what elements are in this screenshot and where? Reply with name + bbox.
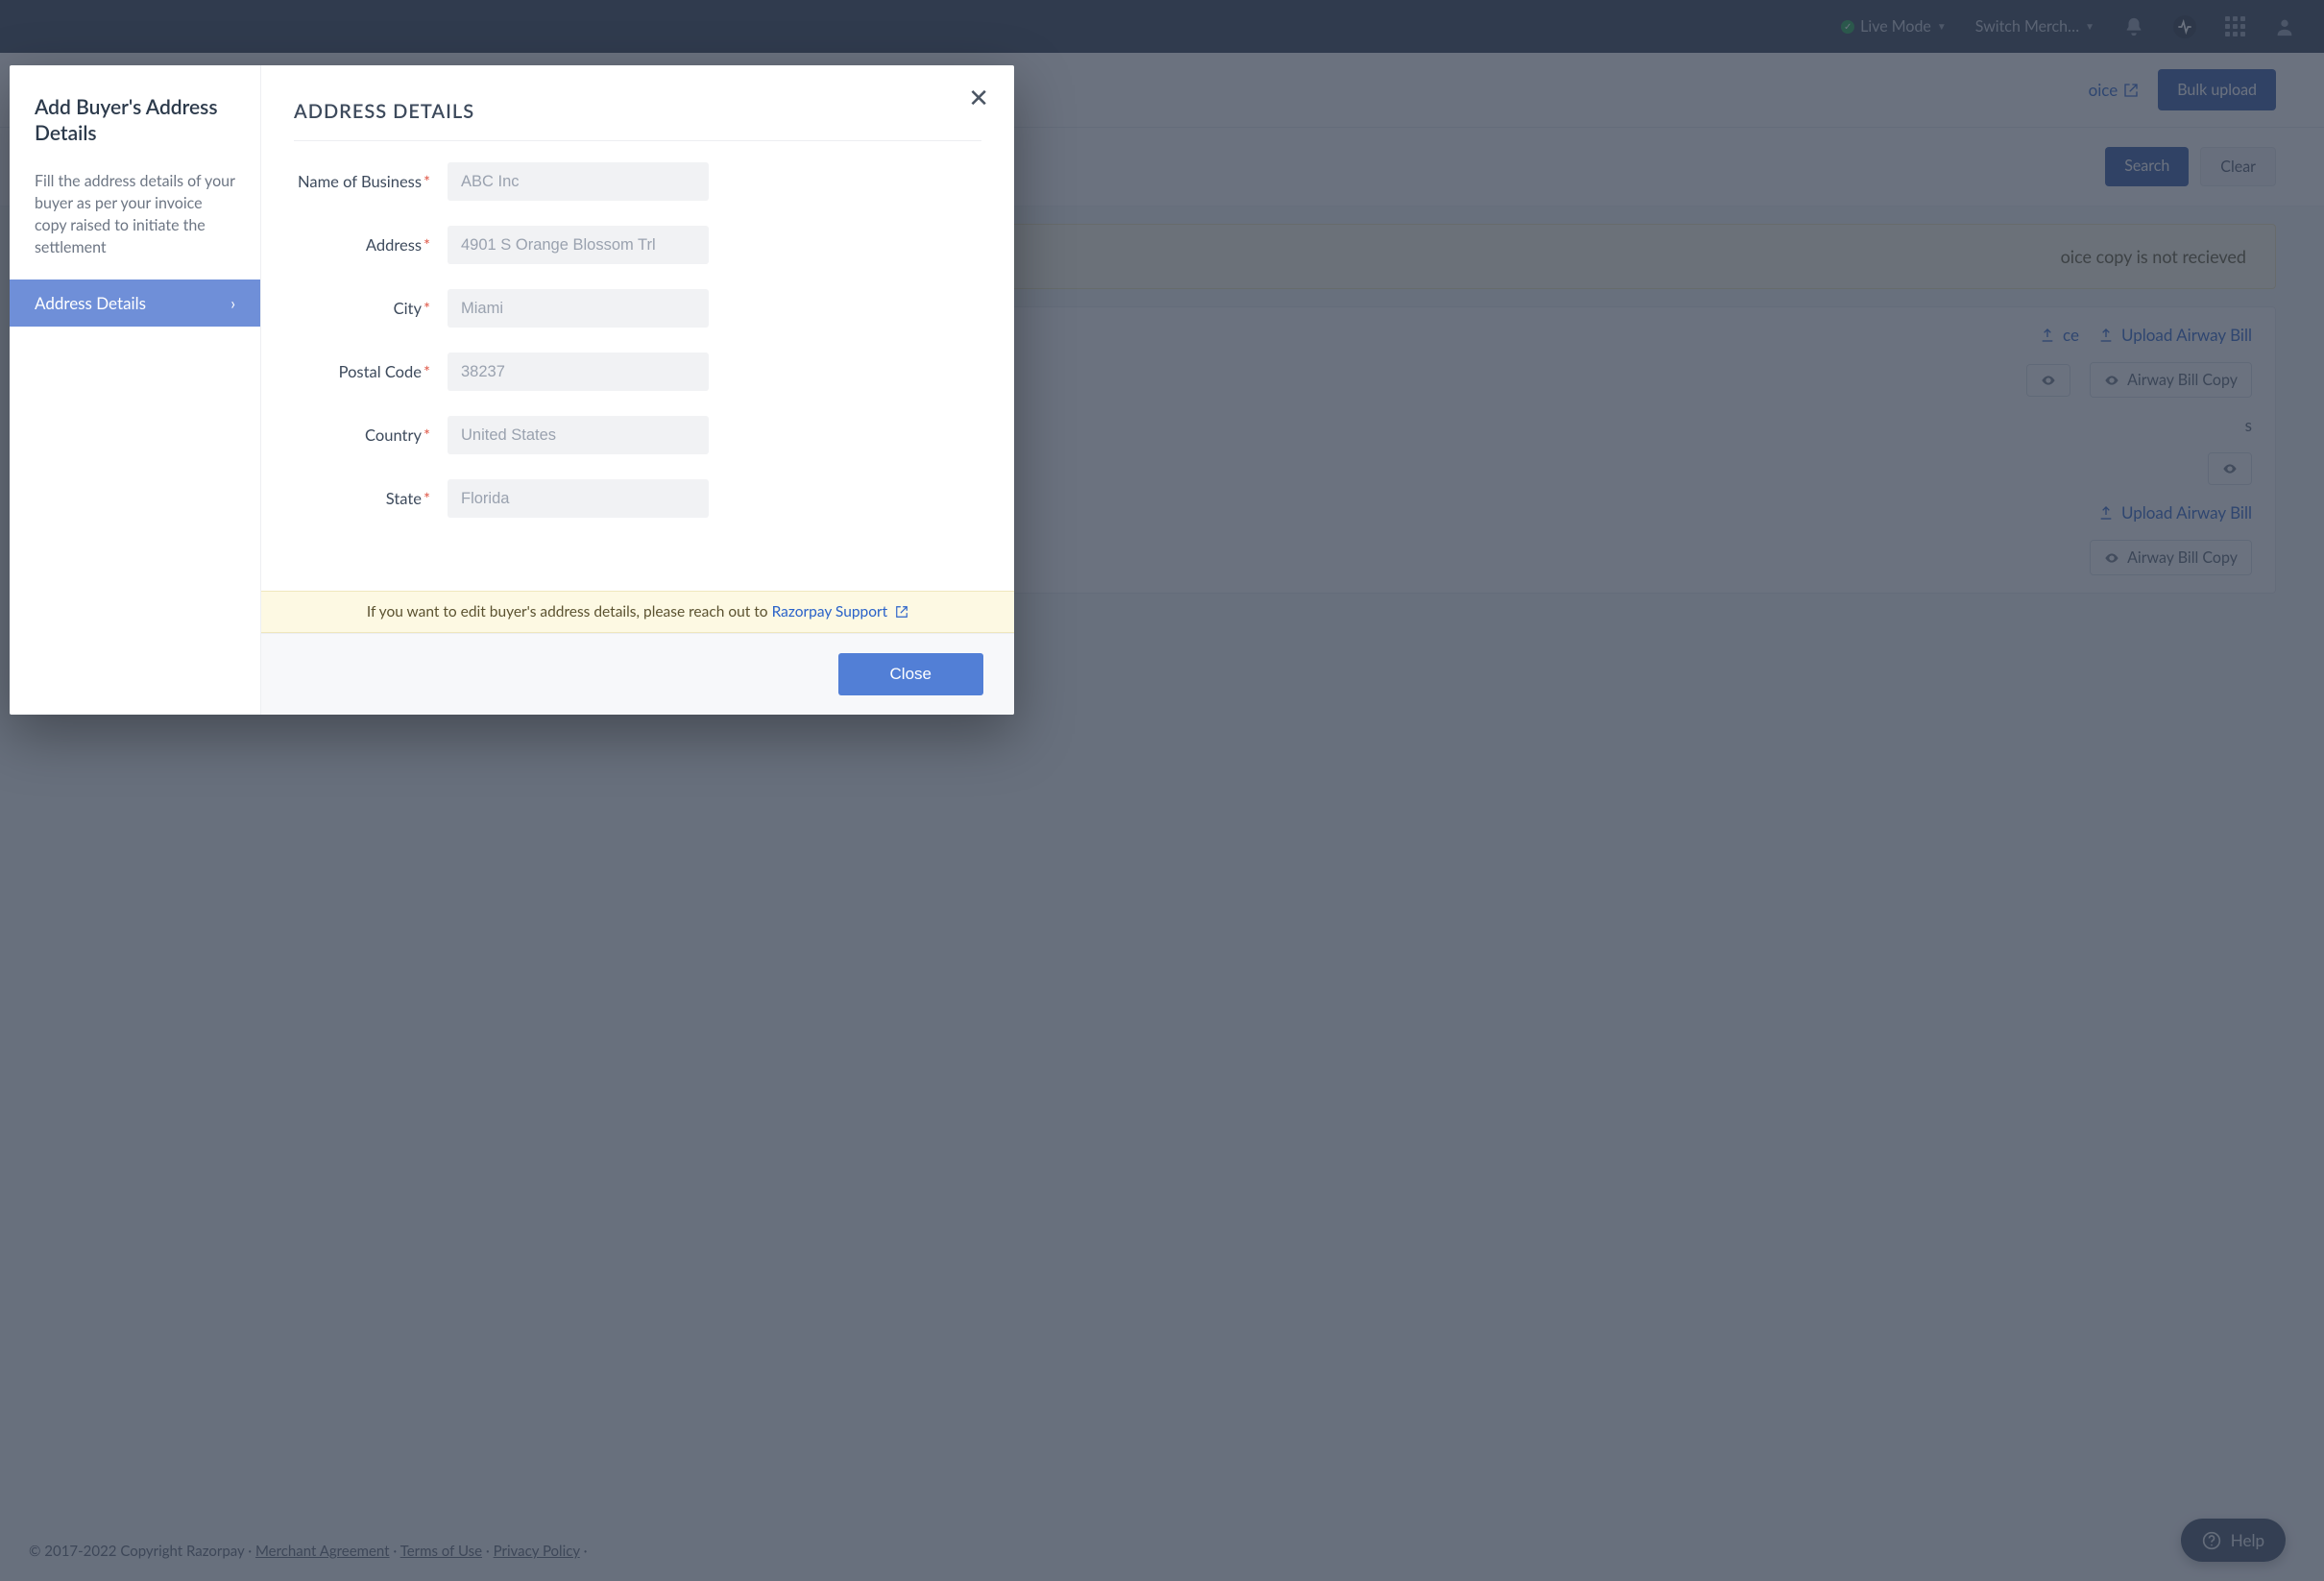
- modal-sidebar: Add Buyer's Address Details Fill the add…: [10, 65, 261, 715]
- chevron-right-icon: ›: [230, 293, 235, 313]
- state-input[interactable]: [448, 479, 709, 518]
- modal-footer: Close: [261, 633, 1014, 715]
- postal-code-input[interactable]: [448, 353, 709, 391]
- address-input[interactable]: [448, 226, 709, 264]
- close-button[interactable]: Close: [838, 653, 983, 695]
- modal-sidebar-title: Add Buyer's Address Details: [10, 65, 260, 157]
- external-link-icon: [895, 605, 908, 619]
- business-name-label: Name of Business*: [294, 172, 434, 191]
- step-label: Address Details: [35, 293, 146, 313]
- country-label: Country*: [294, 426, 434, 445]
- postal-code-label: Postal Code*: [294, 362, 434, 381]
- address-details-modal: Add Buyer's Address Details Fill the add…: [10, 65, 1014, 715]
- address-form: Name of Business* Address* City* Postal …: [261, 141, 1014, 591]
- close-icon[interactable]: ✕: [968, 85, 989, 109]
- address-label: Address*: [294, 235, 434, 255]
- razorpay-support-link[interactable]: Razorpay Support: [772, 603, 909, 620]
- city-label: City*: [294, 299, 434, 318]
- city-input[interactable]: [448, 289, 709, 328]
- section-title: ADDRESS DETAILS: [294, 65, 981, 141]
- modal-sidebar-description: Fill the address details of your buyer a…: [10, 157, 260, 273]
- support-info-strip: If you want to edit buyer's address deta…: [261, 591, 1014, 633]
- step-address-details[interactable]: Address Details ›: [10, 280, 260, 327]
- business-name-input[interactable]: [448, 162, 709, 201]
- state-label: State*: [294, 489, 434, 508]
- country-input[interactable]: [448, 416, 709, 454]
- modal-content: ✕ ADDRESS DETAILS Name of Business* Addr…: [261, 65, 1014, 715]
